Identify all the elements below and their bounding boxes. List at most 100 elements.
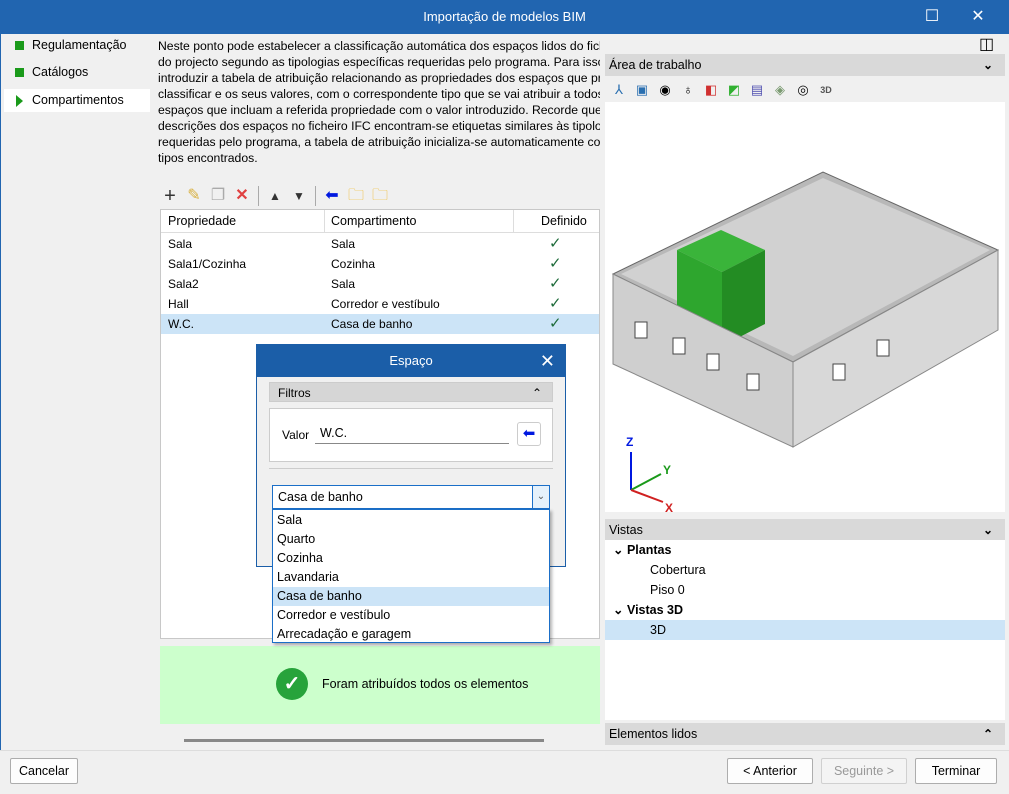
title-bar: Importação de modelos BIM [0, 0, 1009, 34]
finish-button[interactable]: Terminar [915, 758, 997, 784]
delete-icon[interactable]: ✕ [232, 186, 252, 206]
option-sala[interactable]: Sala [273, 511, 549, 530]
elementos-label: Elementos lidos [609, 727, 698, 741]
column-divider[interactable] [324, 210, 325, 233]
table-row[interactable]: Sala2 Sala ✓ [161, 274, 599, 294]
check-icon: ✓ [549, 295, 562, 312]
view-toolbar: ⅄ ▣ ◉ ♁ ◧ ◩ ▤ ◈ ◎ 3D [605, 78, 834, 102]
sidebar-item-regulamentacao[interactable]: Regulamentação [4, 34, 151, 57]
hide-eye-icon[interactable]: ◎ [795, 82, 811, 98]
dialog-close-icon[interactable]: ✕ [540, 345, 555, 377]
next-button[interactable]: Seguinte > [821, 758, 907, 784]
layers-icon[interactable]: ◈ [772, 82, 788, 98]
green-square-icon [15, 68, 24, 77]
tree-item-cobertura[interactable]: Cobertura [605, 560, 1005, 580]
elementos-header[interactable]: Elementos lidos ⌃ [605, 723, 1005, 745]
filter-box: Valor ⬅ [269, 408, 553, 462]
option-corredor[interactable]: Corredor e vestíbulo [273, 606, 549, 625]
section-red-icon[interactable]: ◧ [703, 82, 719, 98]
option-lavandaria[interactable]: Lavandaria [273, 568, 549, 587]
workarea-header[interactable]: Área de trabalho ⌄ [605, 54, 1005, 76]
rotate-icon[interactable]: ♁ [680, 82, 696, 98]
valor-input[interactable] [315, 422, 509, 444]
vistas-header[interactable]: Vistas ⌄ [605, 519, 1005, 541]
maximize-button[interactable]: ☐ [909, 0, 955, 34]
axes-icon[interactable]: ⅄ [611, 82, 627, 98]
right-panel: ◫ Área de trabalho ⌄ ⅄ ▣ ◉ ♁ ◧ ◩ ▤ ◈ ◎ 3D… [605, 34, 1005, 750]
sidebar-item-label: Catálogos [32, 65, 89, 79]
edit-pencil-icon[interactable]: ✎ [184, 186, 204, 206]
tree-label: Vistas 3D [626, 603, 684, 617]
option-quarto[interactable]: Quarto [273, 530, 549, 549]
green-square-icon [15, 41, 24, 50]
add-icon[interactable]: + [160, 186, 180, 206]
orbit-icon[interactable]: ◉ [657, 82, 673, 98]
arrow-left-icon[interactable]: ⬅ [322, 186, 342, 206]
workarea-label: Área de trabalho [609, 58, 702, 72]
desc-line: descrições dos espaços no ficheiro IFC e… [158, 119, 600, 133]
divider [269, 468, 553, 469]
building-model [611, 171, 1000, 503]
tree-label: Piso 0 [650, 583, 685, 597]
table-row[interactable]: Sala1/Cozinha Cozinha ✓ [161, 254, 599, 274]
option-cozinha[interactable]: Cozinha [273, 549, 549, 568]
option-arrecadacao[interactable]: Arrecadação e garagem [273, 625, 549, 644]
cancel-button[interactable]: Cancelar [10, 758, 78, 784]
cell-propriedade: W.C. [168, 317, 194, 331]
tree-node-plantas[interactable]: ⌄ Plantas [605, 540, 1005, 560]
footer-bar: Cancelar < Anterior Seguinte > Terminar [0, 750, 1009, 794]
cube-icon[interactable]: ▣ [634, 82, 650, 98]
option-casa-de-banho[interactable]: Casa de banho [273, 587, 549, 606]
tree-node-vistas-3d[interactable]: ⌄ Vistas 3D [605, 600, 1005, 620]
apply-arrow-button[interactable]: ⬅ [517, 422, 541, 446]
table-toolbar: + ✎ ❐ ✕ ▲ ▼ ⬅ 🗀 🗀 [160, 184, 390, 208]
chevron-down-icon[interactable]: ⌄ [532, 486, 549, 508]
close-button[interactable]: ✕ [955, 0, 1001, 34]
chevron-down-icon[interactable]: ⌄ [983, 519, 993, 541]
3d-settings-icon[interactable]: 3D [818, 82, 834, 98]
table-row-selected[interactable]: W.C. Casa de banho ✓ [161, 314, 599, 334]
cell-compartimento: Casa de banho [331, 317, 413, 331]
table-row[interactable]: Sala Sala ✓ [161, 234, 599, 254]
copy-icon[interactable]: ❐ [208, 186, 228, 206]
3d-viewport[interactable]: Z Y X [605, 102, 1005, 515]
sidebar-item-label: Regulamentação [32, 38, 127, 52]
y-axis-label: Y [663, 463, 672, 477]
sidebar-item-label: Compartimentos [32, 93, 124, 107]
section-blue-icon[interactable]: ▤ [749, 82, 765, 98]
chevron-down-icon[interactable]: ⌄ [983, 54, 993, 76]
y-axis [630, 473, 662, 491]
header-compartimento[interactable]: Compartimento [331, 210, 416, 233]
tree-item-3d[interactable]: 3D [605, 620, 1005, 640]
layout-toggle-icon[interactable]: ◫ [979, 34, 994, 54]
x-axis-label: X [665, 501, 674, 515]
cell-propriedade: Sala1/Cozinha [168, 257, 247, 271]
folder-import-icon[interactable]: 🗀 [346, 186, 366, 206]
chevron-up-icon[interactable]: ⌃ [983, 723, 993, 745]
move-down-icon[interactable]: ▼ [289, 186, 309, 206]
header-propriedade[interactable]: Propriedade [168, 210, 236, 233]
cell-compartimento: Sala [331, 277, 356, 291]
chevron-up-icon[interactable]: ⌃ [532, 383, 542, 403]
table-header: Propriedade Compartimento Definido [161, 210, 599, 233]
header-definido[interactable]: Definido [541, 210, 587, 233]
cell-compartimento: Corredor e vestíbulo [331, 297, 440, 311]
move-up-icon[interactable]: ▲ [265, 186, 285, 206]
horizontal-scrollbar[interactable] [184, 739, 544, 742]
sidebar: Regulamentação Catálogos Compartimentos [0, 34, 151, 750]
section-green-icon[interactable]: ◩ [726, 82, 742, 98]
previous-button[interactable]: < Anterior [727, 758, 813, 784]
desc-line: do projecto segundo as tipologias especí… [158, 55, 600, 69]
vistas-label: Vistas [609, 523, 643, 537]
folder-export-icon[interactable]: 🗀 [370, 186, 390, 206]
column-divider[interactable] [513, 210, 514, 233]
status-text: Foram atribuídos todos os elementos [322, 677, 529, 691]
x-axis [630, 489, 664, 503]
separator [258, 186, 259, 206]
tree-item-piso-0[interactable]: Piso 0 [605, 580, 1005, 600]
filters-header[interactable]: Filtros ⌃ [269, 382, 553, 402]
compartimento-select[interactable]: Casa de banho ⌄ [272, 485, 550, 509]
table-row[interactable]: Hall Corredor e vestíbulo ✓ [161, 294, 599, 314]
sidebar-item-compartimentos[interactable]: Compartimentos [4, 89, 151, 112]
sidebar-item-catalogos[interactable]: Catálogos [4, 61, 151, 84]
